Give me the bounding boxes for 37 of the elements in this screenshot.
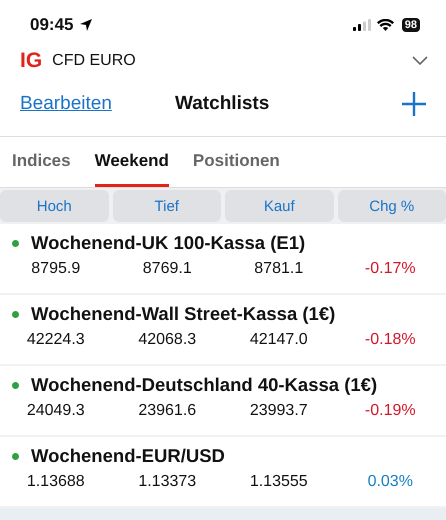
low-value: 1.13373 — [138, 473, 196, 491]
high-value: 24049.3 — [26, 402, 85, 420]
instrument-name[interactable]: Wochenend-Wall Street-Kassa (1€) — [31, 303, 336, 325]
instrument-name[interactable]: Wochenend-UK 100-Kassa (E1) — [31, 232, 306, 254]
column-header[interactable]: Tief — [112, 190, 221, 222]
edit-link[interactable]: Bearbeiten — [20, 93, 175, 115]
column-header[interactable]: Hoch — [0, 190, 108, 222]
column-header[interactable]: Chg % — [338, 190, 446, 222]
account-name: CFD EURO — [52, 52, 136, 70]
low-value: 23961.6 — [138, 402, 196, 420]
chevron-down-icon[interactable] — [412, 56, 428, 66]
page-title: Watchlists — [175, 93, 270, 115]
change-value: 0.03% — [368, 473, 413, 491]
location-arrow-icon — [79, 18, 94, 32]
change-value: -0.17% — [364, 260, 416, 278]
buy-value: 23993.7 — [250, 402, 308, 420]
buy-value: 8781.1 — [254, 260, 304, 278]
change-value: -0.19% — [364, 402, 416, 420]
tab[interactable]: Positionen — [192, 137, 280, 187]
buy-value: 1.13555 — [250, 473, 308, 491]
low-value: 42068.3 — [138, 331, 196, 349]
buy-value: 42147.0 — [250, 331, 308, 349]
low-value: 8769.1 — [142, 260, 192, 278]
high-value: 42224.3 — [26, 331, 85, 349]
high-value: 8795.9 — [31, 260, 80, 278]
logo: IG — [20, 49, 42, 73]
instrument-name[interactable]: Wochenend-EUR/USD — [31, 445, 225, 467]
signal-icon — [352, 19, 371, 31]
wifi-icon — [376, 19, 394, 31]
high-value: 1.13688 — [26, 473, 85, 491]
clock-time: 09:45 — [30, 15, 74, 35]
tab[interactable]: Indices — [12, 137, 71, 187]
battery-level: 98 — [402, 18, 420, 32]
change-value: -0.18% — [364, 331, 416, 349]
column-header[interactable]: Kauf — [225, 190, 334, 222]
add-icon[interactable] — [402, 92, 426, 116]
instrument-name[interactable]: Wochenend-Deutschland 40-Kassa (1€) — [31, 374, 378, 396]
